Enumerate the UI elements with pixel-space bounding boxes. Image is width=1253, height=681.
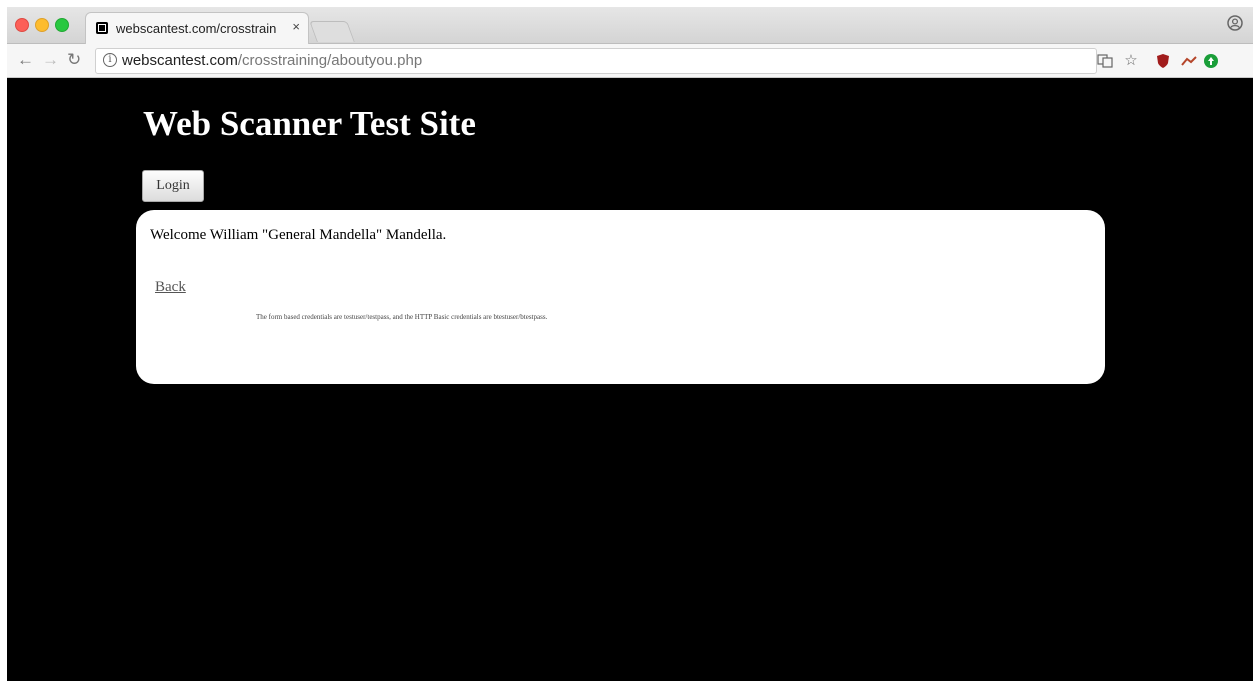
url-text: webscantest.com/crosstraining/aboutyou.p…: [122, 52, 422, 69]
url-path: /crosstraining/aboutyou.php: [237, 52, 423, 69]
close-window-button[interactable]: [15, 18, 29, 32]
login-button[interactable]: Login: [142, 170, 204, 202]
browser-window: webscantest.com/crosstrainin × ← → ↻ i w…: [7, 7, 1253, 681]
info-icon[interactable]: i: [103, 53, 117, 67]
browser-toolbar: ← → ↻ i webscantest.com/crosstraining/ab…: [7, 44, 1253, 78]
page-content: Web Scanner Test Site Login Welcome Will…: [7, 78, 1253, 681]
extension-circle-icon[interactable]: [1203, 53, 1219, 69]
back-link[interactable]: Back: [155, 279, 186, 296]
address-bar[interactable]: i webscantest.com/crosstraining/aboutyou…: [95, 48, 1097, 74]
credentials-note: The form based credentials are testuser/…: [256, 313, 548, 321]
reload-icon[interactable]: ↻: [67, 50, 81, 70]
extension-wave-icon[interactable]: [1181, 53, 1197, 69]
profile-icon[interactable]: [1227, 15, 1243, 31]
favicon-icon: [96, 22, 108, 34]
tab-title: webscantest.com/crosstrainin: [116, 21, 276, 36]
maximize-window-button[interactable]: [55, 18, 69, 32]
site-title: Web Scanner Test Site: [143, 104, 476, 143]
minimize-window-button[interactable]: [35, 18, 49, 32]
welcome-message: Welcome William "General Mandella" Mande…: [150, 227, 447, 243]
content-card: Welcome William "General Mandella" Mande…: [136, 210, 1105, 384]
bookmark-star-icon[interactable]: ☆: [1123, 53, 1139, 69]
tab-close-icon[interactable]: ×: [292, 19, 300, 34]
translate-icon[interactable]: [1097, 53, 1113, 69]
ublock-shield-icon[interactable]: [1155, 53, 1171, 69]
forward-arrow-icon[interactable]: →: [42, 50, 59, 70]
new-tab-button[interactable]: [309, 21, 355, 42]
back-arrow-icon[interactable]: ←: [17, 50, 34, 70]
url-domain: webscantest.com: [122, 52, 238, 69]
tab-strip: webscantest.com/crosstrainin ×: [7, 7, 1253, 44]
browser-tab[interactable]: webscantest.com/crosstrainin ×: [85, 12, 309, 44]
